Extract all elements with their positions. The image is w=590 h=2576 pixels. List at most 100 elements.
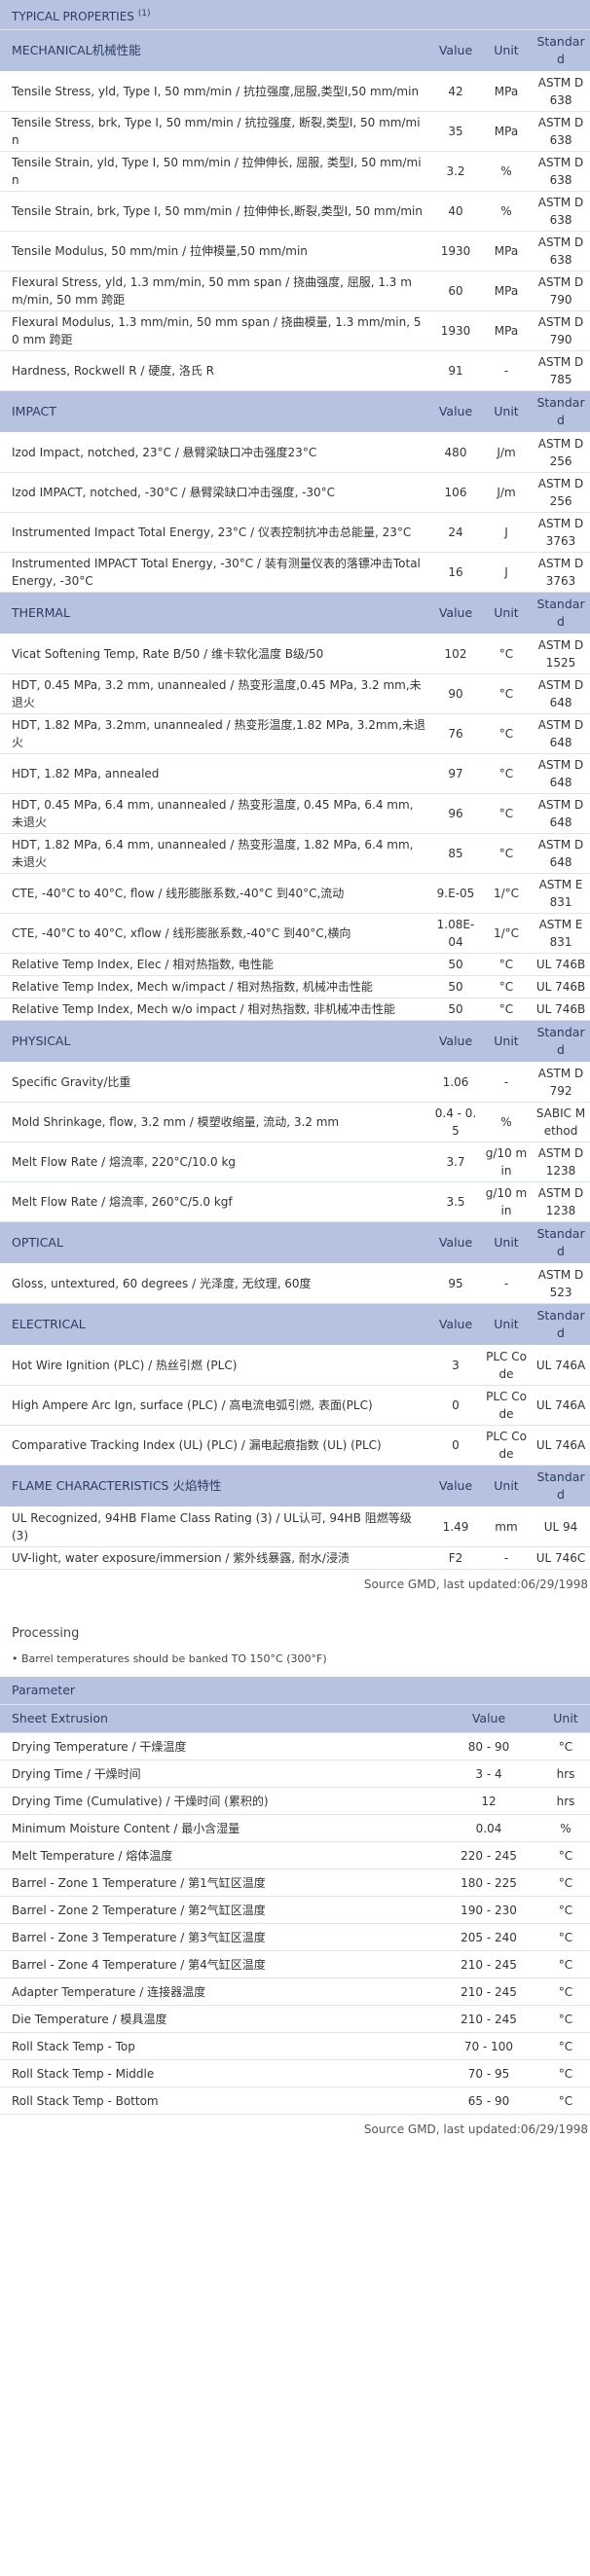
- property-name: CTE, -40°C to 40°C, flow / 线形膨胀系数,-40°C …: [0, 873, 430, 914]
- property-name: Flexural Modulus, 1.3 mm/min, 50 mm span…: [0, 310, 430, 351]
- parameter-value: 80 - 90: [436, 1732, 541, 1760]
- parameter-value: 12: [436, 1787, 541, 1815]
- property-value: 95: [430, 1263, 481, 1304]
- property-row: Vicat Softening Temp, Rate B/50 / 维卡软化温度…: [0, 634, 590, 674]
- processing-row: Drying Temperature / 干燥温度 80 - 90 °C: [0, 1732, 590, 1760]
- property-name: Izod Impact, notched, 23°C / 悬臂梁缺口冲击强度23…: [0, 432, 430, 473]
- processing-row: Barrel - Zone 2 Temperature / 第2气缸区温度 190…: [0, 1896, 590, 1924]
- property-value: 1930: [430, 310, 481, 351]
- property-row: Tensile Strain, brk, Type I, 50 mm/min /…: [0, 191, 590, 232]
- property-unit: °C: [481, 673, 532, 714]
- property-row: Mold Shrinkage, flow, 3.2 mm / 模塑收缩量, 流动…: [0, 1102, 590, 1143]
- parameter-unit: °C: [541, 2005, 590, 2033]
- property-unit: PLC Code: [481, 1425, 532, 1466]
- section-name: FLAME CHARACTERISTICS 火焰特性: [0, 1465, 430, 1507]
- property-unit: -: [481, 1263, 532, 1304]
- property-name: Hot Wire Ignition (PLC) / 热丝引燃 (PLC): [0, 1345, 430, 1386]
- property-name: Vicat Softening Temp, Rate B/50 / 维卡软化温度…: [0, 634, 430, 674]
- parameter-value: 3 - 4: [436, 1760, 541, 1788]
- property-unit: 1/°C: [481, 873, 532, 914]
- unit-header: Unit: [481, 1221, 532, 1264]
- property-unit: MPa: [481, 111, 532, 152]
- property-name: Instrumented IMPACT Total Energy, -30°C …: [0, 552, 430, 593]
- parameter-value: 70 - 100: [436, 2032, 541, 2060]
- parameter-unit: °C: [541, 2059, 590, 2087]
- processing-value-header: Value: [436, 1704, 541, 1733]
- property-standard: UL 746B: [532, 998, 590, 1021]
- section-name: MECHANICAL机械性能: [0, 29, 430, 72]
- property-row: Tensile Modulus, 50 mm/min / 拉伸模量,50 mm/…: [0, 231, 590, 272]
- property-standard: ASTM D 792: [532, 1062, 590, 1103]
- parameter-value: 65 - 90: [436, 2086, 541, 2115]
- property-standard: ASTM D 638: [532, 231, 590, 272]
- property-name: Tensile Stress, brk, Type I, 50 mm/min /…: [0, 111, 430, 152]
- property-name: Melt Flow Rate / 熔流率, 260°C/5.0 kgf: [0, 1181, 430, 1222]
- processing-parameter-header-row: Parameter: [0, 1677, 590, 1705]
- property-value: 3.2: [430, 151, 481, 192]
- property-row: HDT, 0.45 MPa, 6.4 mm, unannealed / 热变形温…: [0, 793, 590, 834]
- property-unit: J: [481, 512, 532, 553]
- property-standard: ASTM D 648: [532, 833, 590, 874]
- section-header-row: IMPACT Value Unit Standard: [0, 390, 590, 433]
- processing-row: Die Temperature / 模具温度 210 - 245 °C: [0, 2005, 590, 2033]
- standard-header: Standard: [532, 1303, 590, 1346]
- property-standard: ASTM D 1238: [532, 1142, 590, 1182]
- section-header-row: PHYSICAL Value Unit Standard: [0, 1020, 590, 1063]
- parameter-value: 205 - 240: [436, 1923, 541, 1951]
- property-row: HDT, 1.82 MPa, annealed 97 °C ASTM D 648: [0, 753, 590, 794]
- value-header: Value: [430, 592, 481, 635]
- property-row: Tensile Strain, yld, Type I, 50 mm/min /…: [0, 151, 590, 192]
- property-name: UV-light, water exposure/immersion / 紫外线…: [0, 1546, 430, 1570]
- property-value: 102: [430, 634, 481, 674]
- property-name: Tensile Strain, brk, Type I, 50 mm/min /…: [0, 191, 430, 232]
- value-header: Value: [430, 1221, 481, 1264]
- standard-header: Standard: [532, 592, 590, 635]
- section-name: PHYSICAL: [0, 1020, 430, 1063]
- processing-source-note: Source GMD, last updated:06/29/1998: [363, 2122, 588, 2136]
- property-name: Relative Temp Index, Mech w/o impact / 相…: [0, 998, 430, 1021]
- parameter-name: Adapter Temperature / 连接器温度: [0, 1977, 436, 2006]
- unit-header: Unit: [481, 1303, 532, 1346]
- section-name: IMPACT: [0, 390, 430, 433]
- processing-row: Barrel - Zone 3 Temperature / 第3气缸区温度 205…: [0, 1923, 590, 1951]
- section-header-row: ELECTRICAL Value Unit Standard: [0, 1303, 590, 1346]
- property-standard: ASTM D 1238: [532, 1181, 590, 1222]
- property-unit: PLC Code: [481, 1385, 532, 1426]
- property-name: Tensile Strain, yld, Type I, 50 mm/min /…: [0, 151, 430, 192]
- property-row: Tensile Stress, brk, Type I, 50 mm/min /…: [0, 111, 590, 152]
- standard-header: Standard: [532, 1465, 590, 1507]
- property-standard: ASTM D 648: [532, 753, 590, 794]
- property-unit: °C: [481, 753, 532, 794]
- parameter-name: Drying Temperature / 干燥温度: [0, 1732, 436, 1760]
- property-row: HDT, 1.82 MPa, 3.2mm, unannealed / 热变形温度…: [0, 713, 590, 754]
- property-name: Hardness, Rockwell R / 硬度, 洛氏 R: [0, 350, 430, 391]
- property-name: Comparative Tracking Index (UL) (PLC) / …: [0, 1425, 430, 1466]
- processing-row: Roll Stack Temp - Bottom 65 - 90 °C: [0, 2086, 590, 2115]
- parameter-unit: °C: [541, 1869, 590, 1897]
- parameter-name: Roll Stack Temp - Middle: [0, 2059, 436, 2087]
- parameter-value: 70 - 95: [436, 2059, 541, 2087]
- processing-row: Roll Stack Temp - Middle 70 - 95 °C: [0, 2059, 590, 2087]
- typical-properties-footnote-mark: (1): [137, 8, 151, 18]
- parameter-value: 210 - 245: [436, 1977, 541, 2006]
- property-name: Relative Temp Index, Mech w/impact / 相对热…: [0, 975, 430, 998]
- parameter-unit: °C: [541, 1732, 590, 1760]
- property-value: 96: [430, 793, 481, 834]
- property-value: 1.06: [430, 1062, 481, 1103]
- property-name: Instrumented Impact Total Energy, 23°C /…: [0, 512, 430, 553]
- property-standard: ASTM D 790: [532, 310, 590, 351]
- value-header: Value: [430, 1303, 481, 1346]
- property-row: Relative Temp Index, Mech w/o impact / 相…: [0, 998, 590, 1021]
- property-name: CTE, -40°C to 40°C, xflow / 线形膨胀系数,-40°C…: [0, 913, 430, 954]
- parameter-name: Barrel - Zone 3 Temperature / 第3气缸区温度: [0, 1923, 436, 1951]
- parameter-unit: °C: [541, 1950, 590, 1978]
- property-row: Hot Wire Ignition (PLC) / 热丝引燃 (PLC) 3 PLC…: [0, 1345, 590, 1386]
- parameter-unit: °C: [541, 1896, 590, 1924]
- parameter-value: 180 - 225: [436, 1869, 541, 1897]
- typical-properties-title-text: TYPICAL PROPERTIES: [12, 9, 134, 23]
- property-name: HDT, 0.45 MPa, 6.4 mm, unannealed / 热变形温…: [0, 793, 430, 834]
- property-row: Flexural Modulus, 1.3 mm/min, 50 mm span…: [0, 310, 590, 351]
- section-header-row: FLAME CHARACTERISTICS 火焰特性 Value Unit Stand…: [0, 1465, 590, 1507]
- typical-properties-title-row: TYPICAL PROPERTIES (1): [0, 0, 590, 30]
- property-name: Izod IMPACT, notched, -30°C / 悬臂梁缺口冲击强度,…: [0, 472, 430, 513]
